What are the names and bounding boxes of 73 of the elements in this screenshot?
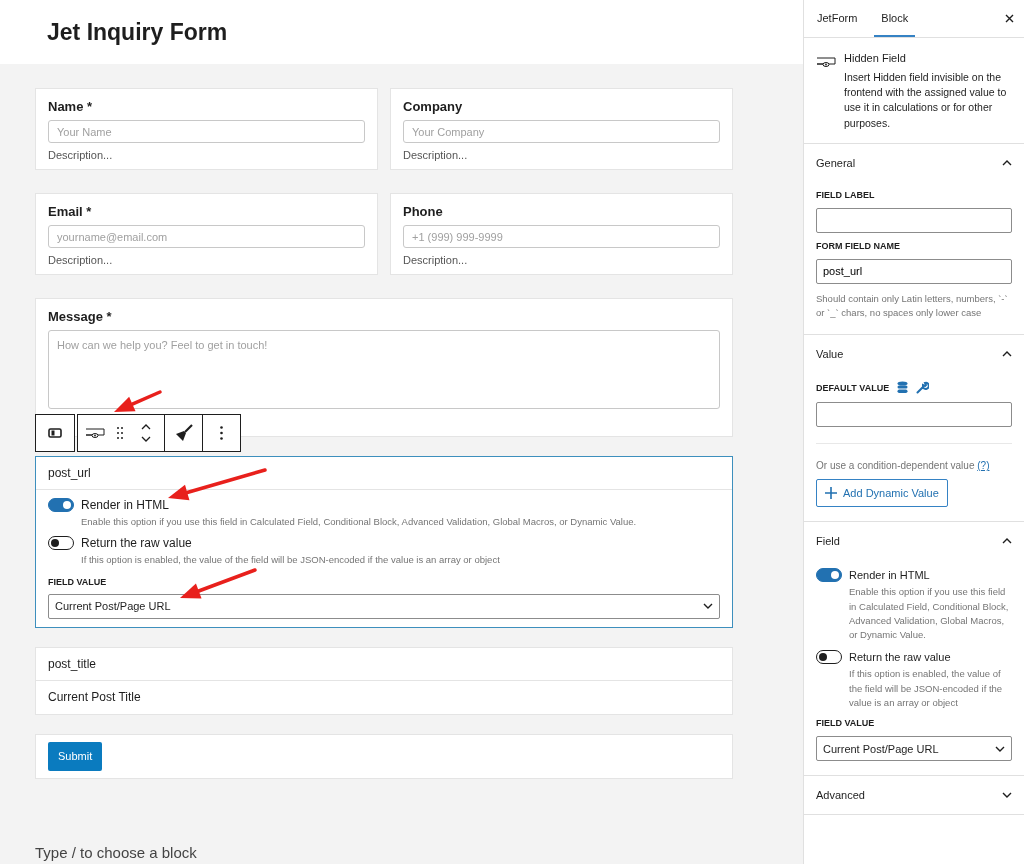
hidden-field-name: post_url	[48, 466, 91, 480]
field-description: Description...	[403, 149, 469, 161]
field-label: Email *	[48, 204, 93, 219]
form-field-name-input[interactable]: post_url	[816, 258, 1012, 284]
chevron-up-icon	[1002, 159, 1012, 166]
up-down-chevron-icon	[141, 423, 151, 443]
sidebar-tab[interactable]: JetForm	[810, 0, 865, 37]
toggle-label: Render in HTML	[849, 569, 930, 582]
parent-block-button[interactable]	[35, 414, 75, 452]
field-name-help: Should contain only Latin letters, numbers, `-` or `_` chars, no spaces only lower case	[816, 291, 1009, 321]
text-input[interactable]: yourname@email.com	[48, 225, 365, 248]
database-icon[interactable]	[897, 381, 909, 395]
close-icon	[1004, 14, 1014, 23]
field-label-input[interactable]	[816, 207, 1012, 233]
condition-text: Or use a condition-dependent value (?)	[816, 460, 991, 472]
toggle-switch[interactable]	[816, 650, 842, 665]
field-value-caption: FIELD VALUE	[48, 576, 108, 587]
field-description: Description...	[403, 254, 469, 266]
field-value-select[interactable]: Current Post/Page URL	[816, 736, 1012, 762]
chevron-up-icon	[1002, 538, 1012, 545]
hidden-field-icon	[85, 427, 105, 439]
hidden-field-value: Current Post Title	[48, 690, 141, 704]
text-input[interactable]: +1 (999) 999-9999	[403, 225, 720, 248]
field-value-caption: FIELD VALUE	[816, 718, 876, 729]
form-field-name-caption: FORM FIELD NAME	[816, 240, 901, 251]
textarea-input[interactable]: How can we help you? Feel to get in touch!	[48, 330, 720, 409]
text-input[interactable]: Your Name	[48, 120, 365, 143]
columns-icon	[48, 428, 62, 438]
field-label-caption: FIELD LABEL	[816, 189, 876, 200]
field-label: Message *	[48, 309, 113, 324]
field-label: Name *	[48, 99, 94, 114]
toggle-description: If this option is enabled, the value of the field will be JSON-encoded if the value is an array or object	[848, 667, 1004, 710]
plus-icon	[825, 487, 837, 500]
panel-header[interactable]: General	[816, 143, 1012, 182]
toggle-description: Enable this option if you use this field in Calculated Field, Conditional Block, Advanced Validation, Global Macros, or Dynamic Value.	[848, 585, 1010, 643]
block-description: Insert Hidden field invisible on the frontend with the assigned value to use it in calculations or for other purposes.	[844, 70, 1008, 131]
sidebar-tab[interactable]: Block	[874, 0, 916, 37]
more-vertical-icon	[220, 426, 223, 440]
field-label: Company	[403, 99, 464, 114]
panel-header[interactable]: Field	[816, 522, 1012, 561]
field-label: Phone	[403, 204, 444, 219]
chevron-down-icon	[995, 745, 1005, 752]
toggle-switch[interactable]	[816, 568, 842, 583]
toggle-description: Enable this option if you use this field in Calculated Field, Conditional Block, Advanced Validation, Global Macros, or Dynamic Value.	[80, 515, 638, 529]
toggle-label: Return the raw value	[81, 536, 192, 551]
hidden-field-name: post_title	[48, 656, 97, 671]
default-value-caption: DEFAULT VALUE	[816, 382, 890, 393]
brush-icon	[174, 424, 193, 442]
field-description: Description...	[48, 149, 114, 161]
block-title: Hidden Field	[844, 52, 907, 64]
chevron-down-icon	[1002, 792, 1012, 799]
panel-header[interactable]: Value	[816, 335, 1012, 374]
arrow-annotation	[114, 390, 162, 412]
toggle-label: Return the raw value	[849, 651, 951, 664]
toggle-switch[interactable]	[48, 536, 74, 551]
help-link[interactable]: (?)	[977, 460, 990, 472]
field-description: Description...	[48, 254, 114, 266]
block-appender-prompt[interactable]: Type / to choose a block	[35, 844, 197, 861]
hidden-field-icon	[816, 57, 836, 68]
drag-icon	[117, 427, 123, 439]
chevron-up-icon	[1002, 351, 1012, 358]
toggle-description: If this option is enabled, the value of the field will be JSON-encoded if the value is an array or object	[80, 553, 501, 568]
submit-button[interactable]: Submit	[48, 741, 103, 771]
form-title: Jet Inquiry Form	[47, 18, 228, 46]
toggle-switch[interactable]	[48, 498, 74, 512]
toggle-label: Render in HTML	[81, 498, 170, 512]
field-value-select[interactable]: Current Post/Page URL	[48, 593, 720, 619]
text-input[interactable]: Your Company	[403, 120, 720, 143]
chevron-down-icon	[703, 603, 713, 609]
panel-header[interactable]: Advanced	[816, 776, 1012, 815]
wrench-icon[interactable]	[916, 381, 930, 395]
default-value-input[interactable]	[816, 402, 1012, 428]
add-dynamic-value-button[interactable]: Add Dynamic Value	[816, 479, 948, 508]
